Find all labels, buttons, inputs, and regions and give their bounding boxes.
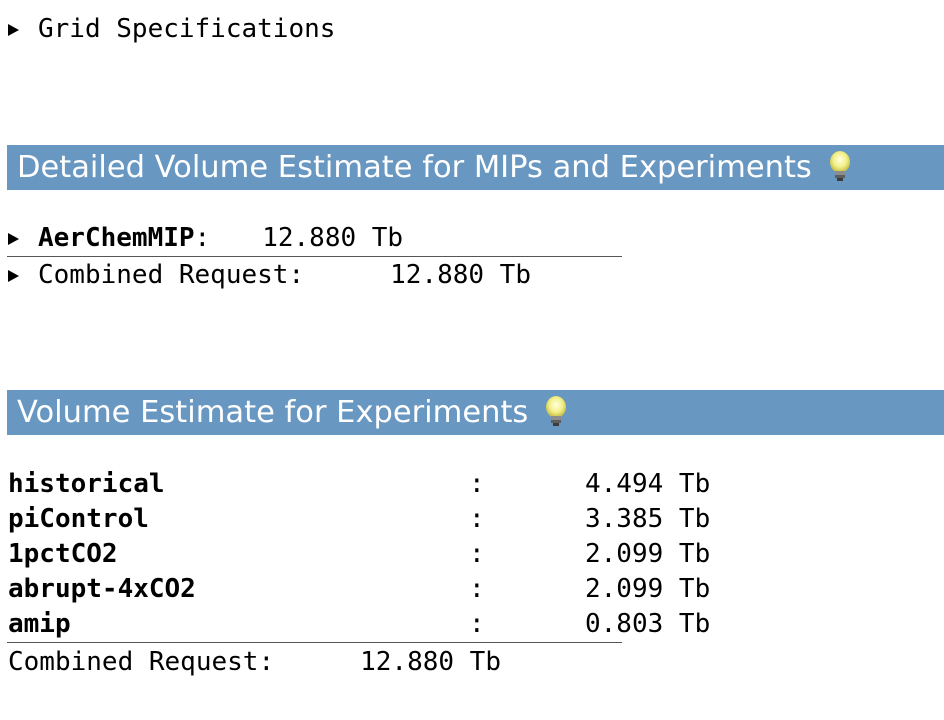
experiment-name: historical xyxy=(8,469,165,499)
mip-name: AerChemMIP xyxy=(38,223,195,253)
experiment-name: piControl xyxy=(8,504,149,534)
experiment-separator: : xyxy=(469,504,485,534)
experiment-value: 0.803 Tb xyxy=(585,609,711,639)
experiments-volume-header: Volume Estimate for Experiments xyxy=(7,390,944,435)
experiment-name: amip xyxy=(8,609,71,639)
mip-row-aerchemmip[interactable]: AerChemMIP: 12.880 Tb xyxy=(8,221,403,256)
detailed-volume-header: Detailed Volume Estimate for MIPs and Ex… xyxy=(7,145,944,190)
experiments-combined-row: Combined Request: 12.880 Tb xyxy=(8,645,501,680)
experiment-value: 2.099 Tb xyxy=(585,539,711,569)
mip-value: 12.880 Tb xyxy=(262,223,404,253)
experiment-value: 4.494 Tb xyxy=(585,469,711,499)
grid-specifications-toggle[interactable]: Grid Specifications xyxy=(8,12,335,47)
detailed-combined-row[interactable]: Combined Request: 12.880 Tb xyxy=(8,258,531,293)
experiments-combined-value: 12.880 Tb xyxy=(360,647,501,677)
experiment-row: amip : 0.803 Tb xyxy=(8,607,710,642)
experiments-combined-label: Combined Request: xyxy=(8,647,275,677)
detailed-combined-label: Combined Request: xyxy=(38,260,305,290)
grid-specifications-label: Grid Specifications xyxy=(38,14,336,44)
experiment-row: piControl : 3.385 Tb xyxy=(8,502,710,537)
triangle-right-icon[interactable] xyxy=(8,269,19,282)
experiment-separator: : xyxy=(469,609,485,639)
experiment-row: abrupt-4xCO2 : 2.099 Tb xyxy=(8,572,710,607)
experiment-row: historical : 4.494 Tb xyxy=(8,467,710,502)
divider xyxy=(7,256,622,257)
experiment-separator: : xyxy=(469,574,485,604)
divider xyxy=(7,642,622,643)
experiment-separator: : xyxy=(469,539,485,569)
experiment-row: 1pctCO2 : 2.099 Tb xyxy=(8,537,710,572)
lightbulb-icon[interactable] xyxy=(826,150,854,184)
lightbulb-icon[interactable] xyxy=(542,395,570,429)
triangle-right-icon[interactable] xyxy=(8,23,19,36)
experiment-separator: : xyxy=(469,469,485,499)
detailed-volume-title: Detailed Volume Estimate for MIPs and Ex… xyxy=(17,150,812,185)
mip-separator: : xyxy=(194,223,211,253)
experiment-name: abrupt-4xCO2 xyxy=(8,574,196,604)
experiment-value: 2.099 Tb xyxy=(585,574,711,604)
experiment-name: 1pctCO2 xyxy=(8,539,118,569)
experiment-value: 3.385 Tb xyxy=(585,504,711,534)
experiments-volume-title: Volume Estimate for Experiments xyxy=(17,395,529,430)
detailed-combined-value: 12.880 Tb xyxy=(390,260,531,290)
triangle-right-icon[interactable] xyxy=(8,232,19,245)
